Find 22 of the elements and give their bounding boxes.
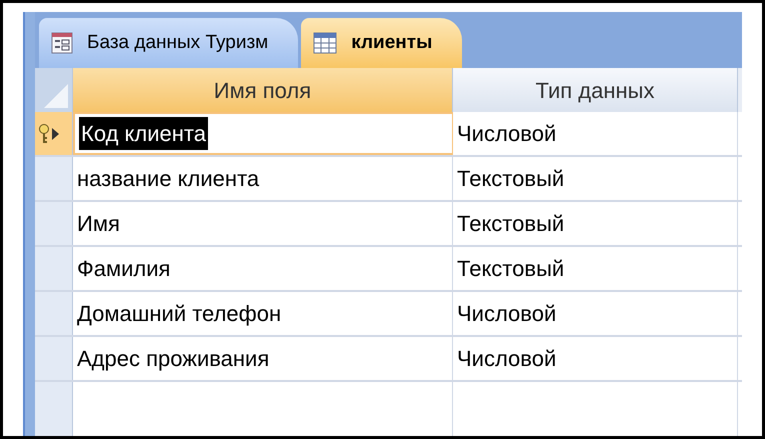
field-name-cell[interactable]: Код клиента — [79, 117, 208, 150]
data-type-cell[interactable]: Числовой — [457, 342, 556, 375]
data-type-cell[interactable]: Числовой — [457, 297, 556, 330]
current-row-arrow-icon — [52, 128, 59, 140]
table-icon — [313, 32, 338, 54]
field-name-cell[interactable]: Адрес проживания — [77, 342, 270, 375]
data-type-cell[interactable]: Числовой — [457, 117, 556, 150]
column-header[interactable]: Тип данных — [453, 68, 738, 112]
data-type-cell[interactable]: Текстовый — [457, 252, 564, 285]
form-icon — [51, 32, 73, 54]
field-name-cell[interactable]: Имя — [77, 207, 120, 240]
row-selector[interactable] — [35, 112, 73, 155]
column-header[interactable]: Имя поля — [73, 68, 453, 112]
document-tab[interactable]: клиенты — [301, 18, 462, 68]
field-name-cell[interactable]: Фамилия — [77, 252, 170, 285]
field-name-cell[interactable]: название клиента — [77, 162, 260, 195]
document-tab[interactable]: База данных Туризм — [39, 18, 298, 68]
data-type-cell[interactable]: Текстовый — [457, 207, 564, 240]
data-type-cell[interactable]: Текстовый — [457, 162, 564, 195]
key-icon — [38, 122, 52, 144]
field-name-cell[interactable]: Домашний телефон — [77, 297, 282, 330]
corner-triangle-icon — [44, 84, 68, 108]
